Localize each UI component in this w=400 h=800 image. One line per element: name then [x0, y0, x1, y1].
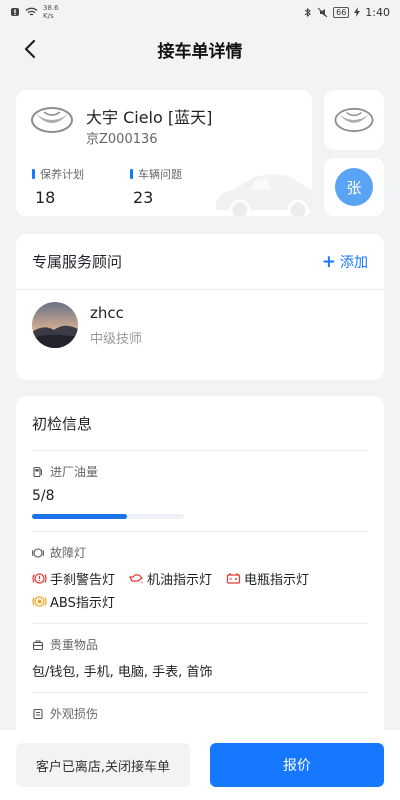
- notification-icon: [11, 8, 19, 16]
- car-brand-logo-icon: [31, 107, 73, 133]
- stat-label: 保养计划: [32, 166, 84, 182]
- fault-light-icon: [32, 547, 44, 558]
- brand-logo-box: [324, 90, 384, 150]
- fuel-value: 5/8: [32, 488, 55, 504]
- advisor-section-header: 专属服务顾问 + 添加: [16, 234, 384, 290]
- clock: 1:40: [365, 5, 390, 19]
- add-advisor-label: 添加: [340, 254, 368, 271]
- fault-light-label: 手刹警告灯: [50, 573, 116, 588]
- fuel-progress-fill: [32, 514, 127, 519]
- fault-light-label: 电瓶指示灯: [244, 573, 310, 588]
- fault-light-item: 电瓶指示灯: [226, 569, 309, 588]
- valuables-section: 贵重物品 包/钱包, 手机, 电脑, 手表, 首饰: [32, 623, 368, 692]
- charging-icon: [354, 7, 361, 17]
- exterior-damage-section: 外观损伤: [32, 692, 368, 734]
- valuables-label: 贵重物品: [50, 638, 99, 652]
- battery-indicator-icon: [226, 573, 241, 584]
- stat-label: 车辆问题: [130, 166, 182, 182]
- advisor-section-title: 专属服务顾问: [32, 253, 123, 271]
- advisor-avatar: [32, 302, 78, 348]
- stat-vehicle-issues[interactable]: 车辆问题 23: [130, 166, 182, 207]
- handbrake-warning-icon: [32, 573, 47, 584]
- stat-value: 23: [133, 188, 154, 207]
- fault-light-item: ABS指示灯: [32, 592, 115, 611]
- document-icon: [33, 708, 43, 719]
- advisor-name: zhcc: [90, 303, 124, 322]
- owner-avatar-box[interactable]: 张: [324, 158, 384, 216]
- fault-lights-list: 手刹警告灯 机油指示灯 电瓶指示灯 ABS指示灯: [32, 569, 368, 611]
- bottom-action-bar: 客户已离店,关闭接车单 报价: [0, 730, 400, 800]
- landscape-photo-icon: [32, 302, 78, 348]
- status-right: 66 1:40: [304, 6, 390, 19]
- fault-light-item: 机油指示灯: [129, 569, 212, 588]
- fuel-level-section: 进厂油量 5/8: [32, 450, 368, 531]
- fault-light-item: 手刹警告灯: [32, 569, 115, 588]
- advisor-role: 中级技师: [90, 331, 143, 347]
- valuables-value: 包/钱包, 手机, 电脑, 手表, 首饰: [32, 665, 213, 680]
- vehicle-name: 大宇 Cielo [蓝天]: [86, 108, 213, 127]
- exterior-damage-label: 外观损伤: [50, 707, 99, 721]
- mute-icon: [317, 7, 328, 17]
- fault-lights-section: 故障灯 手刹警告灯 机油指示灯 电瓶指示灯 ABS指示灯: [32, 531, 368, 623]
- battery-indicator: 66: [333, 6, 350, 18]
- car-silhouette-icon: [216, 174, 312, 216]
- back-arrow-icon[interactable]: [20, 38, 42, 60]
- nav-bar: 接车单详情: [0, 24, 400, 74]
- quote-button[interactable]: 报价: [210, 743, 384, 787]
- fuel-icon: [33, 466, 42, 477]
- wifi-icon: [25, 7, 38, 16]
- plus-icon: +: [321, 251, 336, 272]
- vehicle-plate: 京Z000136: [86, 132, 158, 147]
- bluetooth-icon: [304, 7, 311, 17]
- abs-indicator-icon: [32, 596, 47, 607]
- service-advisor-card: 专属服务顾问 + 添加 zhcc 中级技师: [16, 234, 384, 380]
- car-brand-logo-icon: [334, 107, 374, 133]
- bag-icon: [32, 640, 44, 650]
- owner-avatar[interactable]: 张: [335, 168, 373, 206]
- stat-value: 18: [35, 188, 56, 207]
- add-advisor-button[interactable]: + 添加: [322, 252, 368, 272]
- net-speed: 38.6 K/s: [43, 4, 59, 20]
- status-left: 38.6 K/s: [10, 4, 59, 20]
- vehicle-card[interactable]: 大宇 Cielo [蓝天] 京Z000136 保养计划 18 车辆问题 23: [16, 90, 312, 216]
- fuel-progress-track: [32, 514, 184, 519]
- page-title: 接车单详情: [157, 41, 243, 62]
- oil-indicator-icon: [129, 574, 143, 584]
- inspection-section-title: 初检信息: [32, 414, 93, 433]
- fault-lights-label: 故障灯: [50, 546, 87, 560]
- status-bar: 38.6 K/s 66 1:40: [0, 0, 400, 24]
- close-order-button[interactable]: 客户已离店,关闭接车单: [16, 743, 190, 787]
- advisor-item[interactable]: zhcc 中级技师: [16, 290, 384, 360]
- fuel-label: 进厂油量: [50, 465, 99, 479]
- fault-light-label: ABS指示灯: [50, 596, 115, 611]
- fault-light-label: 机油指示灯: [147, 573, 213, 588]
- stat-maintenance-plan[interactable]: 保养计划 18: [32, 166, 84, 207]
- inspection-section-header: 初检信息: [16, 396, 384, 450]
